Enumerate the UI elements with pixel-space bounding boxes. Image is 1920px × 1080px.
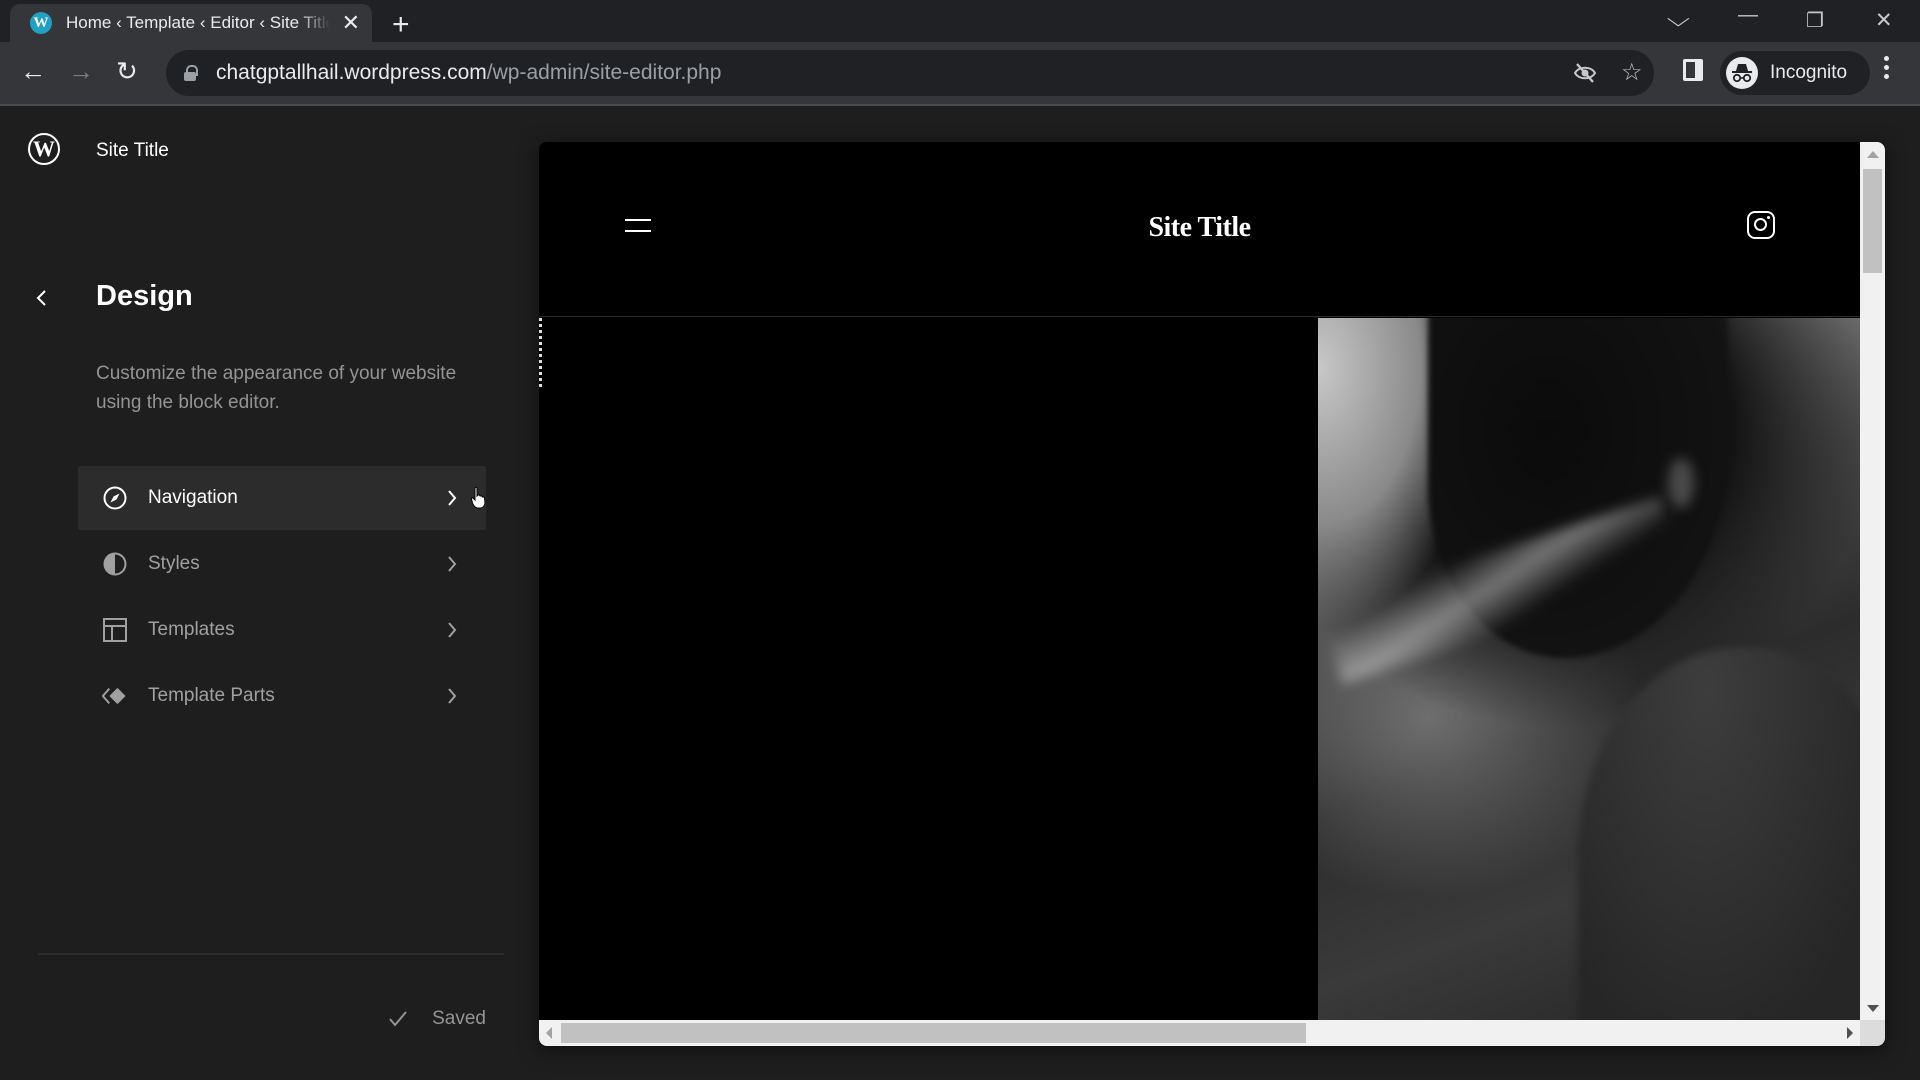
forward-button[interactable]: → <box>68 58 94 84</box>
design-menu: Navigation Styles Templates Template Par… <box>78 466 486 730</box>
tab-search-chevron-icon[interactable]: ⌵ <box>1667 6 1690 32</box>
new-tab-button[interactable]: + <box>392 10 410 40</box>
chevron-right-icon <box>448 556 457 572</box>
menu-label: Template Parts <box>148 685 275 706</box>
instagram-icon[interactable] <box>1747 211 1775 239</box>
incognito-label: Incognito <box>1770 62 1848 83</box>
site-preview-frame[interactable]: Site Title <box>539 142 1885 1046</box>
reload-button[interactable]: ↻ <box>116 58 138 84</box>
side-panel-button[interactable] <box>1683 59 1703 81</box>
save-status: Saved <box>388 1008 486 1030</box>
eye-slash-icon[interactable] <box>1573 62 1597 84</box>
bookmark-star-icon[interactable]: ☆ <box>1621 58 1643 87</box>
chevron-right-icon <box>448 688 457 704</box>
site-title-link[interactable]: Site Title <box>96 140 169 162</box>
vertical-scrollbar[interactable] <box>1860 142 1885 1020</box>
restore-button[interactable]: ❐ <box>1806 8 1824 33</box>
scroll-right-arrow-icon[interactable] <box>1847 1027 1853 1039</box>
diamond-icon <box>102 683 128 709</box>
scroll-left-arrow-icon[interactable] <box>546 1027 552 1039</box>
menu-item-navigation[interactable]: Navigation <box>78 466 486 530</box>
hand-pointer-cursor-icon <box>470 486 486 509</box>
scroll-down-arrow-icon[interactable] <box>1867 1005 1879 1012</box>
compass-icon <box>102 485 128 511</box>
menu-item-template-parts[interactable]: Template Parts <box>78 664 486 728</box>
url-host: chatgptallhail.wordpress.com <box>216 61 487 84</box>
chevron-right-icon <box>448 490 457 506</box>
block-resize-handle[interactable] <box>539 318 542 390</box>
tab-close-icon[interactable]: ✕ <box>342 12 360 34</box>
browser-tab-active[interactable]: W Home ‹ Template ‹ Editor ‹ Site Title … <box>10 4 372 42</box>
incognito-profile-button[interactable]: Incognito <box>1720 51 1870 95</box>
cover-block-text-area[interactable] <box>539 318 1318 1020</box>
back-chevron-icon[interactable] <box>34 286 50 310</box>
chevron-right-icon <box>448 622 457 638</box>
browser-menu-icon[interactable] <box>1884 56 1890 79</box>
menu-item-styles[interactable]: Styles <box>78 532 486 596</box>
checkmark-icon <box>389 1011 407 1027</box>
site-editor-sidebar: W Site Title Design Customize the appear… <box>0 108 520 1080</box>
scroll-up-arrow-icon[interactable] <box>1867 151 1879 158</box>
minimize-button[interactable]: — <box>1738 4 1758 27</box>
browser-tabstrip: W Home ‹ Template ‹ Editor ‹ Site Title … <box>0 0 1920 42</box>
browser-toolbar: ← → ↻ chatgptallhail.wordpress.com/wp-ad… <box>0 42 1920 106</box>
lock-icon[interactable] <box>184 65 198 81</box>
horizontal-scroll-thumb[interactable] <box>561 1023 1306 1043</box>
half-circle-icon <box>102 551 128 577</box>
preview-site-title[interactable]: Site Title <box>539 212 1860 244</box>
incognito-icon <box>1726 57 1758 89</box>
menu-item-templates[interactable]: Templates <box>78 598 486 662</box>
section-title: Design <box>96 280 193 312</box>
preview-site-header[interactable]: Site Title <box>539 142 1860 317</box>
layout-icon <box>102 617 128 643</box>
scrollbar-corner <box>1860 1020 1885 1046</box>
wordpress-logo-icon[interactable]: W <box>28 133 60 165</box>
menu-label: Styles <box>148 553 200 574</box>
back-button[interactable]: ← <box>20 58 46 84</box>
window-close-button[interactable]: ✕ <box>1875 8 1893 33</box>
save-status-label: Saved <box>432 1008 486 1029</box>
address-bar[interactable]: chatgptallhail.wordpress.com/wp-admin/si… <box>166 50 1654 96</box>
menu-label: Navigation <box>148 487 238 508</box>
vertical-scroll-thumb[interactable] <box>1863 169 1882 273</box>
cover-image-bw-portrait[interactable] <box>1318 318 1860 1020</box>
wordpress-favicon-icon: W <box>30 12 52 34</box>
section-description: Customize the appearance of your website… <box>96 363 457 413</box>
horizontal-scrollbar[interactable] <box>539 1020 1860 1046</box>
url-path: /wp-admin/site-editor.php <box>486 61 722 84</box>
tab-title: Home ‹ Template ‹ Editor ‹ Site Title <box>66 13 330 32</box>
menu-label: Templates <box>148 619 235 640</box>
sidebar-footer-divider <box>38 953 504 955</box>
